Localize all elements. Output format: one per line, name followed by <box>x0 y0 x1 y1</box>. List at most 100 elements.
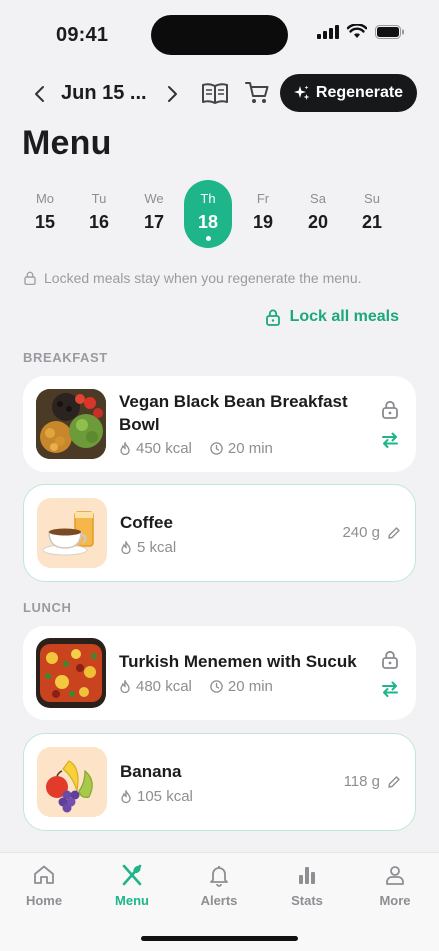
meal-photo <box>37 747 107 817</box>
day-name: Mo <box>35 191 55 206</box>
regenerate-button[interactable]: Regenerate <box>280 74 417 112</box>
day-number: 20 <box>307 212 329 232</box>
swap-icon[interactable] <box>380 430 400 450</box>
meal-meta: 480 kcal 20 min <box>119 678 273 695</box>
bar-chart-icon <box>299 867 315 884</box>
battery-icon <box>375 24 404 39</box>
day-th-selected[interactable]: Th 18 <box>184 180 232 248</box>
meal-name: Turkish Menemen with Sucuk <box>119 652 357 671</box>
meal-kcal: 5 kcal <box>137 539 177 556</box>
meal-amount-edit[interactable]: 240 g <box>342 524 401 541</box>
meal-amount-edit[interactable]: 118 g <box>344 773 401 790</box>
tab-label: More <box>379 893 411 908</box>
meal-amount: 240 g <box>342 524 380 541</box>
tab-label: Home <box>25 893 63 908</box>
page-title: Menu <box>22 124 112 162</box>
section-lunch-title: LUNCH <box>23 600 72 615</box>
meal-name-line2: Bowl <box>119 415 160 434</box>
clock-icon <box>210 680 223 693</box>
day-name: Su <box>364 191 380 206</box>
day-name: We <box>144 191 164 206</box>
swap-icon[interactable] <box>380 679 400 699</box>
day-fr[interactable]: Fr 19 <box>239 180 287 248</box>
flame-icon <box>121 541 131 554</box>
day-name: Sa <box>310 191 326 206</box>
wifi-icon <box>347 24 367 38</box>
pencil-icon <box>388 526 400 539</box>
tab-label: Menu <box>115 893 149 908</box>
day-number: 19 <box>252 212 274 232</box>
day-name: Fr <box>256 191 270 206</box>
meal-meta: 105 kcal <box>120 788 193 805</box>
tab-alerts[interactable]: Alerts <box>184 863 254 908</box>
day-number: 21 <box>361 212 383 232</box>
utensils-icon <box>122 864 142 886</box>
tab-menu[interactable]: Menu <box>97 863 167 908</box>
meal-time: 20 min <box>227 440 273 457</box>
meal-amount: 118 g <box>343 773 380 790</box>
chevron-left-icon[interactable] <box>28 82 52 106</box>
day-mo[interactable]: Mo 15 <box>21 180 69 248</box>
meal-meta: 5 kcal <box>120 539 176 556</box>
day-tu[interactable]: Tu 16 <box>75 180 123 248</box>
day-su[interactable]: Su 21 <box>348 180 396 248</box>
meal-card-banana[interactable]: Banana 105 kcal 118 g <box>23 733 416 831</box>
section-breakfast-title: BREAKFAST <box>23 350 108 365</box>
meal-photo <box>36 638 106 708</box>
dynamic-island <box>151 15 288 55</box>
locked-meals-note: Locked meals stay when you regenerate th… <box>24 270 362 286</box>
date-range[interactable]: Jun 15 ... <box>61 82 147 105</box>
lock-icon <box>265 309 280 326</box>
today-dot <box>205 236 211 241</box>
clock-icon <box>210 442 223 455</box>
home-indicator <box>141 936 298 941</box>
meal-meta: 450 kcal 20 min <box>119 440 273 457</box>
meal-kcal: 450 kcal <box>136 440 192 457</box>
meal-card-menemen[interactable]: Turkish Menemen with Sucuk 480 kcal 20 m… <box>23 626 416 720</box>
meal-photo <box>36 389 106 459</box>
flame-icon <box>120 442 130 455</box>
day-number: 17 <box>143 212 165 232</box>
note-text: Locked meals stay when you regenerate th… <box>44 270 362 286</box>
tab-stats[interactable]: Stats <box>272 863 342 908</box>
regenerate-label: Regenerate <box>315 84 404 101</box>
bell-icon <box>210 866 228 887</box>
signal-icon <box>317 24 339 39</box>
tab-home[interactable]: Home <box>9 863 79 908</box>
tab-label: Stats <box>291 893 323 908</box>
day-name: Th <box>200 191 216 206</box>
meal-time: 20 min <box>227 678 273 695</box>
status-time: 09:41 <box>56 24 109 46</box>
lock-icon <box>24 271 36 285</box>
sparkles-icon <box>293 85 310 100</box>
tab-more[interactable]: More <box>360 863 430 908</box>
cart-icon[interactable] <box>244 80 270 106</box>
day-we[interactable]: We 17 <box>130 180 178 248</box>
home-icon <box>34 865 54 884</box>
flame-icon <box>121 790 131 803</box>
book-icon[interactable] <box>200 81 230 107</box>
lock-icon[interactable] <box>380 400 400 420</box>
chevron-right-icon[interactable] <box>160 82 184 106</box>
tab-label: Alerts <box>200 893 238 908</box>
lock-all-label: Lock all meals <box>289 308 399 325</box>
lock-icon[interactable] <box>380 650 400 670</box>
meal-card-coffee[interactable]: Coffee 5 kcal 240 g <box>23 484 416 582</box>
meal-name: Coffee <box>120 513 173 532</box>
status-icons <box>317 24 405 39</box>
meal-name-line1: Vegan Black Bean Breakfast <box>119 392 348 411</box>
day-number: 15 <box>34 212 56 232</box>
person-icon <box>386 866 404 885</box>
meal-name: Banana <box>120 762 182 781</box>
day-name: Tu <box>91 191 107 206</box>
pencil-icon <box>388 775 400 788</box>
meal-photo <box>37 498 107 568</box>
day-sa[interactable]: Sa 20 <box>294 180 342 248</box>
meal-name: Vegan Black Bean Breakfast Bowl <box>119 390 348 436</box>
meal-kcal: 105 kcal <box>137 788 193 805</box>
meal-card-black-bean-bowl[interactable]: Vegan Black Bean Breakfast Bowl 450 kcal… <box>23 376 416 472</box>
lock-all-meals-button[interactable]: Lock all meals <box>265 308 399 326</box>
day-number: 16 <box>88 212 110 232</box>
day-number: 18 <box>197 212 219 232</box>
meal-kcal: 480 kcal <box>136 678 192 695</box>
